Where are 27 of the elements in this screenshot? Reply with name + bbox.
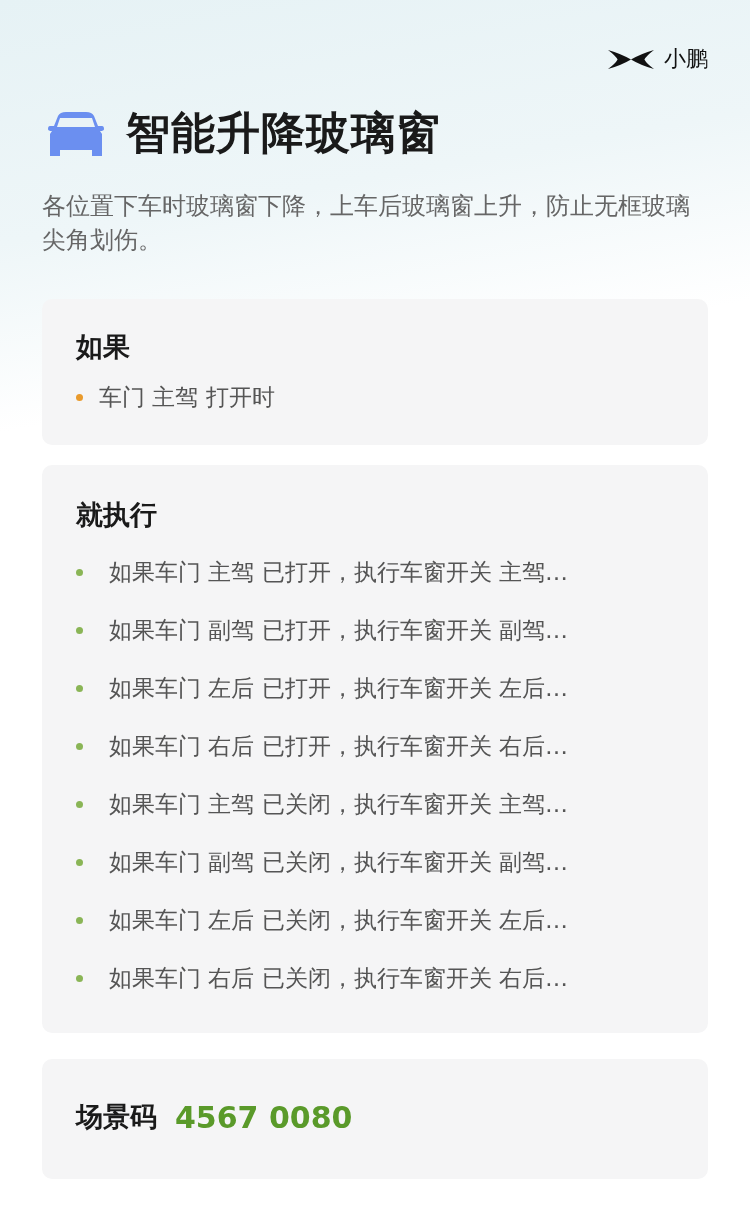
logo-icon (608, 47, 654, 71)
description: 各位置下车时玻璃窗下降，上车后玻璃窗上升，防止无框玻璃尖角划伤。 (42, 191, 691, 256)
brand-name: 小鹏 (664, 45, 708, 73)
action-text: 如果车门 主驾 已打开，执行车窗开关 主驾… (109, 557, 568, 587)
bullet-icon (76, 626, 83, 634)
section-heading: 如果 (76, 330, 131, 364)
action-text: 如果车门 左后 已关闭，执行车窗开关 左后… (109, 905, 568, 935)
scene-code: 4567 0080 (175, 1099, 353, 1135)
bullet-icon (76, 568, 83, 576)
action-text: 如果车门 右后 已打开，执行车窗开关 右后… (109, 731, 568, 761)
bullet-icon (76, 684, 83, 692)
action-text: 如果车门 主驾 已关闭，执行车窗开关 主驾… (109, 789, 568, 819)
action-text: 如果车门 右后 已关闭，执行车窗开关 右后… (109, 963, 568, 993)
action-text: 如果车门 左后 已打开，执行车窗开关 左后… (109, 673, 568, 703)
action-text: 如果车门 副驾 已关闭，执行车窗开关 副驾… (109, 847, 568, 877)
action-text: 如果车门 副驾 已打开，执行车窗开关 副驾… (109, 615, 568, 645)
condition-text: 车门 主驾 打开时 (99, 382, 275, 412)
section-heading: 就执行 (76, 498, 158, 532)
bullet-icon (76, 974, 83, 982)
bullet-icon (76, 800, 83, 808)
bullet-icon (76, 916, 83, 924)
car-icon (48, 111, 104, 156)
bullet-icon (76, 858, 83, 866)
bullet-icon (76, 742, 83, 750)
bullet-icon (76, 393, 83, 401)
section-heading: 场景码 (76, 1100, 157, 1134)
page-title: 智能升降玻璃窗 (126, 106, 441, 160)
